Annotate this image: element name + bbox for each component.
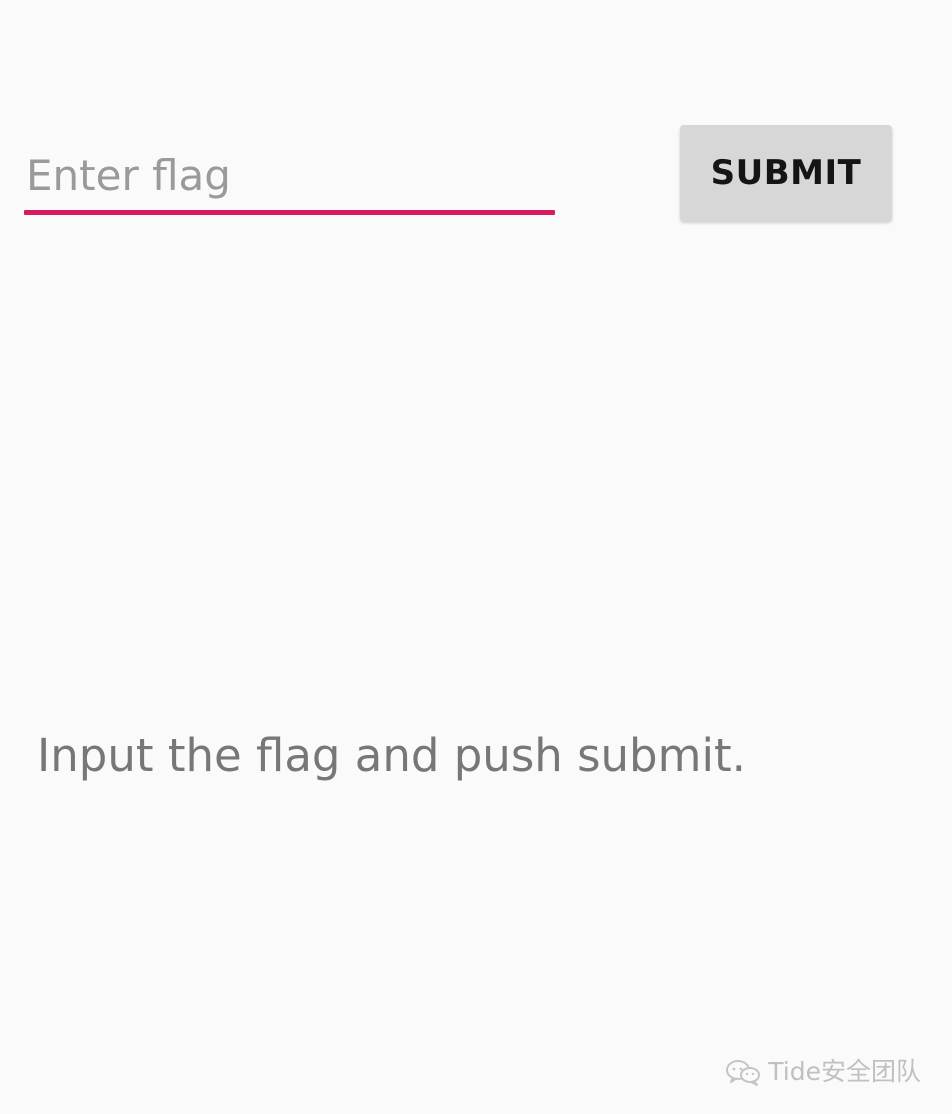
watermark: Tide安全团队 — [724, 1055, 921, 1089]
flag-input-container — [24, 145, 557, 217]
watermark-text: Tide安全团队 — [768, 1057, 921, 1086]
flag-input[interactable] — [24, 145, 557, 207]
wechat-icon — [726, 1060, 761, 1086]
status-message: Input the flag and push submit. — [37, 729, 746, 782]
app-screen: SUBMIT Input the flag and push submit. T… — [0, 0, 952, 1114]
submit-button[interactable]: SUBMIT — [680, 125, 892, 221]
flag-input-underline — [24, 210, 555, 215]
